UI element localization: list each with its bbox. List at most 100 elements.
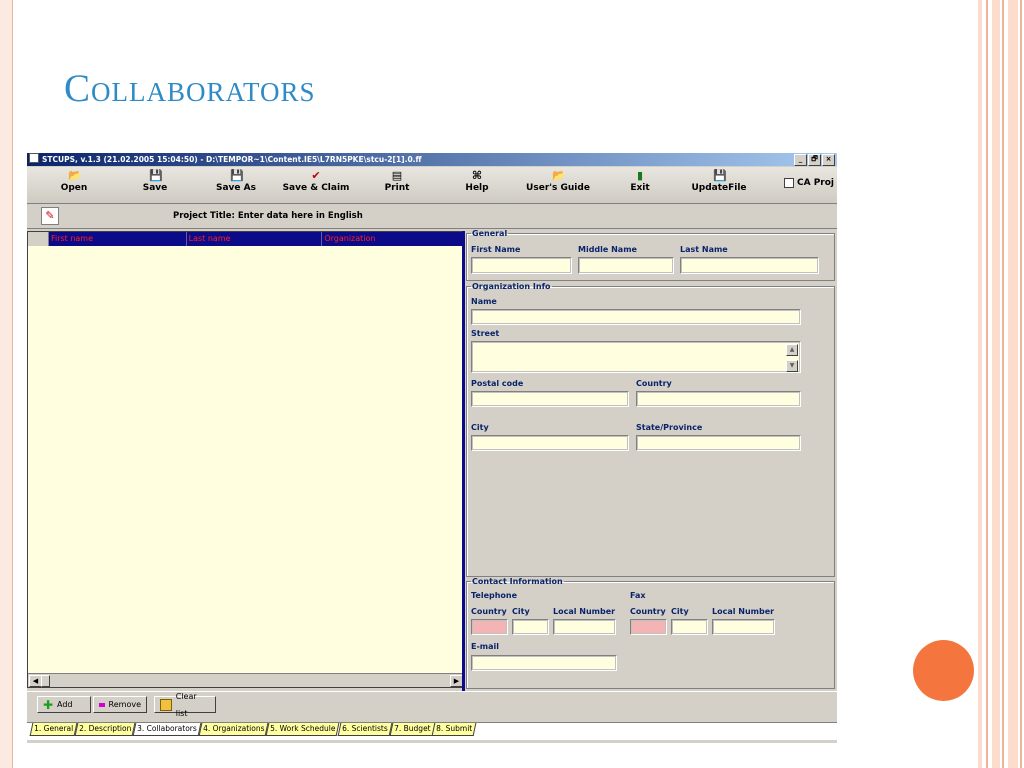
- add-button[interactable]: ✚ Add: [37, 696, 91, 713]
- email-field[interactable]: [471, 655, 617, 671]
- scroll-thumb[interactable]: [41, 675, 50, 687]
- tab-scientists[interactable]: 6. Scientists: [337, 723, 392, 736]
- save-as-icon: 💾: [230, 169, 244, 182]
- app-icon: [29, 153, 39, 163]
- details-panel: General First Name Middle Name Last Name…: [466, 229, 835, 689]
- tel-country-field[interactable]: [471, 619, 508, 635]
- tab-submit[interactable]: 8. Submit: [431, 723, 477, 736]
- panel-splitter[interactable]: [462, 231, 465, 691]
- save-and-claim-button[interactable]: ✔ Save & Claim: [281, 169, 351, 199]
- telephone-label: Telephone: [471, 591, 518, 600]
- tab-organizations[interactable]: 4. Organizations: [198, 723, 269, 736]
- project-title-label: Project Title: Enter data here in Englis…: [173, 211, 363, 221]
- email-label: E-mail: [471, 642, 500, 651]
- org-name-field[interactable]: [471, 309, 801, 325]
- save-button[interactable]: 💾 Save: [140, 169, 170, 199]
- scroll-up-icon[interactable]: ▲: [786, 344, 798, 356]
- update-file-button[interactable]: 💾 UpdateFile: [689, 169, 749, 199]
- country-label: Country: [636, 379, 672, 388]
- column-header-organization[interactable]: Organization: [322, 232, 464, 246]
- help-icon: ⌘: [471, 169, 483, 182]
- city-label: City: [471, 423, 489, 432]
- ca-proj-checkbox[interactable]: CA Proj: [783, 178, 834, 188]
- open-folder-icon: 📂: [68, 169, 82, 182]
- postal-code-field[interactable]: [471, 391, 629, 407]
- first-name-label: First Name: [471, 245, 521, 254]
- tab-general[interactable]: 1. General: [29, 723, 78, 736]
- fax-country-label: Country: [630, 607, 666, 616]
- plus-icon: ✚: [43, 697, 54, 712]
- remove-button[interactable]: Remove: [93, 696, 147, 713]
- action-bar: ✚ Add Remove Clear list: [27, 691, 837, 720]
- maximize-button[interactable]: 🗗: [808, 154, 821, 166]
- middle-name-field[interactable]: [578, 257, 674, 274]
- column-header-first-name[interactable]: First name: [49, 232, 187, 246]
- users-guide-button[interactable]: 📂 User's Guide: [525, 169, 591, 199]
- exit-button[interactable]: ▮ Exit: [627, 169, 653, 199]
- last-name-label: Last Name: [680, 245, 728, 254]
- org-name-label: Name: [471, 297, 497, 306]
- postal-code-label: Postal code: [471, 379, 524, 388]
- slide-left-border: [0, 0, 13, 768]
- slide-title: Collaborators: [64, 67, 316, 110]
- tab-work-schedule[interactable]: 5. Work Schedule: [266, 723, 341, 736]
- checkbox-box[interactable]: [783, 178, 794, 188]
- tel-local-number-label: Local Number: [553, 607, 616, 616]
- column-header-last-name[interactable]: Last name: [187, 232, 323, 246]
- last-name-field[interactable]: [680, 257, 819, 274]
- save-icon: 💾: [149, 169, 163, 182]
- project-icon[interactable]: ✎: [41, 207, 59, 225]
- grid-header: First name Last name Organization: [28, 232, 464, 246]
- clear-list-icon: [160, 698, 172, 711]
- decorative-circle: [913, 640, 974, 701]
- open-button[interactable]: 📂 Open: [57, 169, 91, 199]
- tel-city-field[interactable]: [512, 619, 549, 635]
- city-field[interactable]: [471, 435, 629, 451]
- tab-budget[interactable]: 7. Budget: [389, 723, 435, 736]
- minus-icon: [99, 702, 105, 707]
- print-button[interactable]: ▤ Print: [382, 169, 412, 199]
- update-icon: 💾: [713, 169, 727, 182]
- window-controls: _ 🗗 ×: [794, 154, 835, 166]
- section-tabs: 1. General 2. Description 3. Collaborato…: [27, 722, 837, 740]
- street-label: Street: [471, 329, 500, 338]
- country-field[interactable]: [636, 391, 801, 407]
- fax-local-number-field[interactable]: [712, 619, 775, 635]
- grid-corner: [28, 232, 49, 246]
- main-toolbar: 📂 Open 💾 Save 💾 Save As ✔ Save & Claim ▤ Prin…: [27, 167, 837, 204]
- tab-description[interactable]: 2. Description: [74, 723, 136, 736]
- general-legend: General: [472, 229, 508, 238]
- guide-icon: 📂: [552, 169, 566, 182]
- minimize-button[interactable]: _: [794, 154, 807, 166]
- middle-name-label: Middle Name: [578, 245, 637, 254]
- close-button[interactable]: ×: [822, 154, 835, 166]
- project-bar: ✎ Project Title: Enter data here in Engl…: [27, 204, 837, 229]
- exit-icon: ▮: [636, 169, 644, 182]
- fax-country-field[interactable]: [630, 619, 667, 635]
- fax-city-field[interactable]: [671, 619, 708, 635]
- tab-collaborators[interactable]: 3. Collaborators: [132, 723, 202, 736]
- app-window: STCUPS, v.1.3 (21.02.2005 15:04:50) - D:…: [27, 153, 837, 743]
- collaborators-grid[interactable]: First name Last name Organization ◀ ▶: [27, 231, 465, 688]
- save-as-button[interactable]: 💾 Save As: [213, 169, 259, 199]
- tel-country-label: Country: [471, 607, 507, 616]
- first-name-field[interactable]: [471, 257, 572, 274]
- street-field[interactable]: ▲ ▼: [471, 341, 801, 373]
- scroll-down-icon[interactable]: ▼: [786, 360, 798, 372]
- window-title: STCUPS, v.1.3 (21.02.2005 15:04:50) - D:…: [42, 155, 422, 164]
- clear-list-button[interactable]: Clear list: [154, 692, 216, 718]
- fax-label: Fax: [630, 591, 646, 600]
- help-button[interactable]: ⌘ Help: [464, 169, 490, 199]
- horizontal-scrollbar[interactable]: ◀ ▶: [28, 673, 464, 687]
- contact-information-legend: Contact Information: [472, 577, 563, 586]
- tel-local-number-field[interactable]: [553, 619, 616, 635]
- checkmark-icon: ✔: [311, 169, 321, 182]
- state-province-field[interactable]: [636, 435, 801, 451]
- fax-city-label: City: [671, 607, 689, 616]
- fax-local-number-label: Local Number: [712, 607, 775, 616]
- organization-info-legend: Organization Info: [472, 282, 551, 291]
- window-titlebar: STCUPS, v.1.3 (21.02.2005 15:04:50) - D:…: [27, 153, 837, 166]
- tel-city-label: City: [512, 607, 530, 616]
- slide-right-stripes: [978, 0, 1024, 768]
- state-province-label: State/Province: [636, 423, 703, 432]
